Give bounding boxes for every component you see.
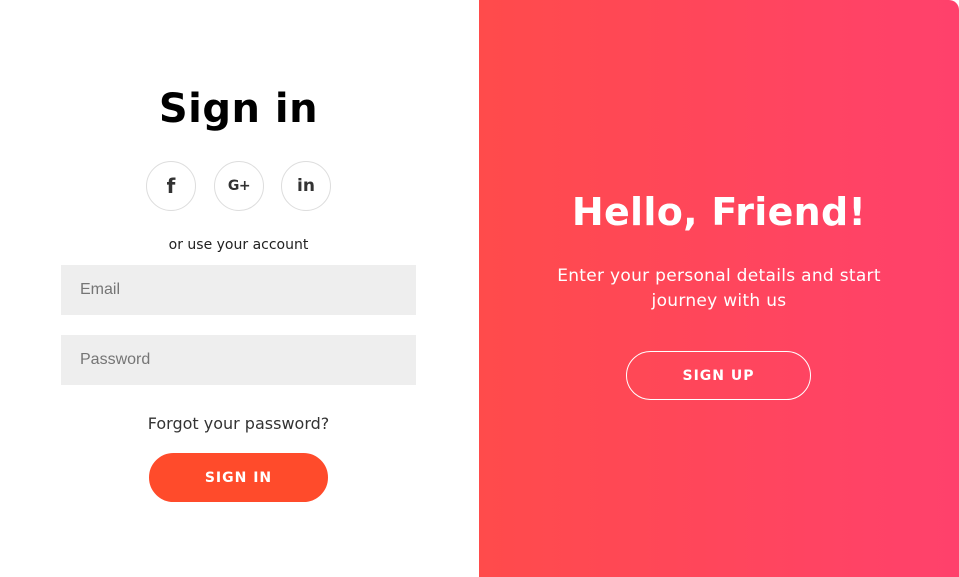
sign-in-button[interactable]: SIGN IN	[149, 453, 328, 502]
linkedin-icon: in	[297, 176, 315, 196]
auth-container: Sign in f G+ in or use your account Forg…	[0, 0, 959, 577]
overlay-panel: Hello, Friend! Enter your personal detai…	[479, 0, 959, 577]
forgot-password-link[interactable]: Forgot your password?	[0, 414, 477, 433]
sign-in-panel: Sign in f G+ in or use your account Forg…	[0, 0, 479, 577]
password-input[interactable]	[61, 335, 416, 385]
facebook-button[interactable]: f	[146, 161, 196, 211]
google-plus-icon: G+	[227, 178, 251, 194]
email-input[interactable]	[61, 265, 416, 315]
overlay-description: Enter your personal details and start jo…	[557, 266, 881, 311]
sign-in-title: Sign in	[158, 86, 319, 132]
facebook-icon: f	[166, 174, 176, 198]
sign-up-button[interactable]: SIGN UP	[626, 351, 811, 400]
linkedin-button[interactable]: in	[281, 161, 331, 211]
overlay-title: Hello, Friend!	[571, 190, 867, 234]
alt-sign-in-text: or use your account	[168, 237, 309, 253]
google-plus-button[interactable]: G+	[214, 161, 264, 211]
